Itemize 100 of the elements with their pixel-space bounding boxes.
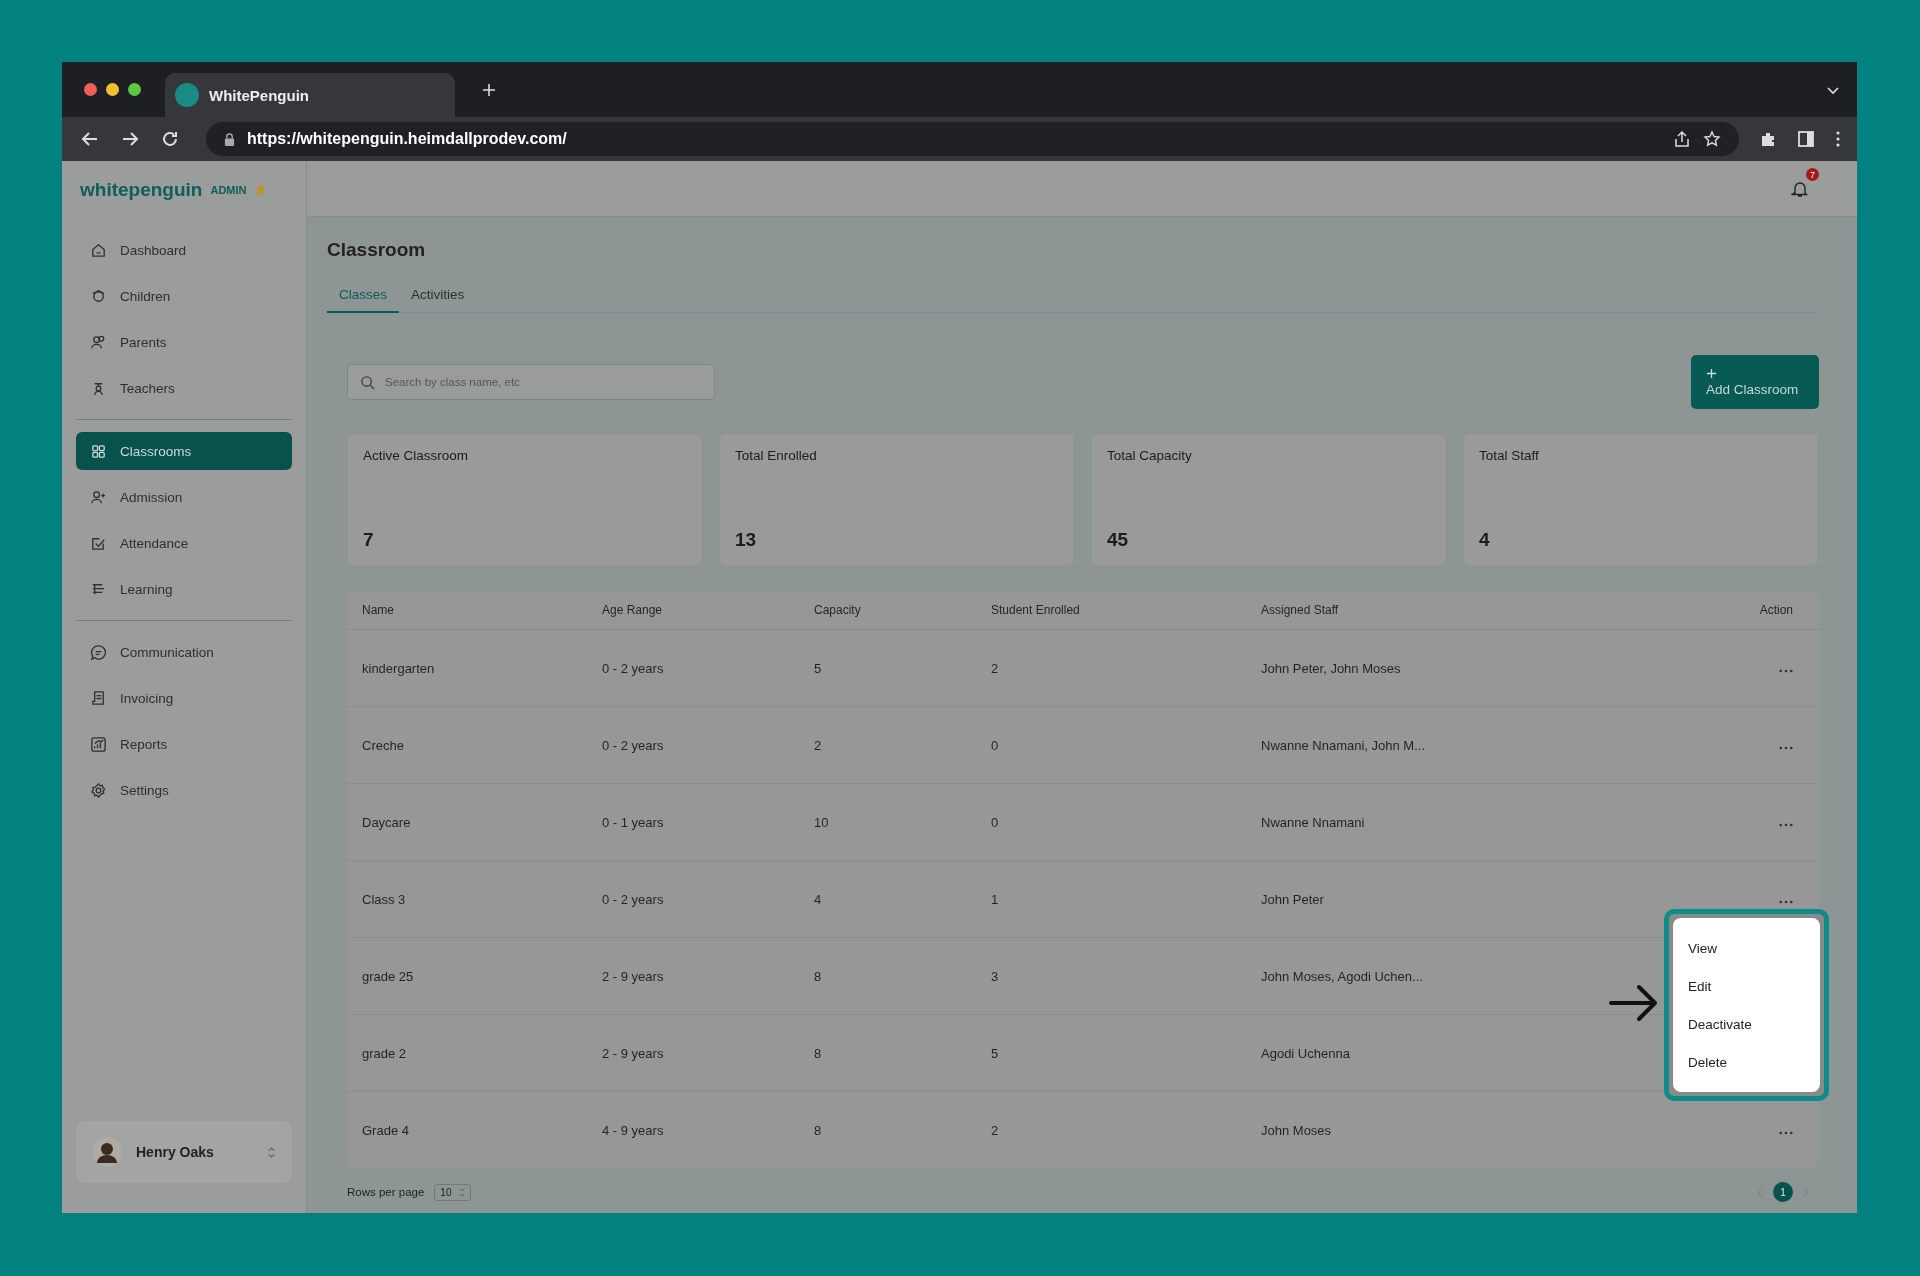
chat-icon xyxy=(90,643,107,661)
table-cell: 0 xyxy=(976,783,1246,861)
stat-value: 45 xyxy=(1107,529,1130,551)
favicon-icon xyxy=(175,83,199,107)
stat-value: 13 xyxy=(735,529,758,551)
page-title: Classroom xyxy=(327,239,427,261)
reload-icon[interactable] xyxy=(160,129,180,149)
grid-icon xyxy=(90,442,107,460)
column-header: Action xyxy=(1660,591,1819,630)
table-cell: John Peter, John Moses xyxy=(1246,629,1661,707)
page-button[interactable]: 1 xyxy=(1773,1182,1793,1202)
table-cell: 10 xyxy=(799,783,976,861)
nav-item[interactable]: Admission xyxy=(76,478,292,516)
menu-item[interactable]: Delete xyxy=(1673,1044,1820,1082)
user-card[interactable]: Henry Oaks xyxy=(76,1121,292,1183)
nav-item[interactable]: Settings xyxy=(76,771,292,809)
table-cell: 2 xyxy=(799,706,976,784)
table-cell: 1 xyxy=(976,860,1246,938)
stat-label: Total Capacity xyxy=(1107,448,1193,463)
column-header: Student Enrolled xyxy=(976,591,1246,630)
more-options-icon[interactable] xyxy=(1779,899,1793,904)
add-classroom-button[interactable]: Add Classroom xyxy=(1691,355,1819,409)
table-cell: Agodi Uchenna xyxy=(1246,1014,1661,1092)
table-cell: 3 xyxy=(976,937,1246,1015)
nav-item[interactable]: Dashboard xyxy=(76,231,292,269)
stat-label: Total Enrolled xyxy=(735,448,818,463)
table-cell: Grade 4 xyxy=(347,1091,587,1168)
nav-item[interactable]: Parents xyxy=(76,323,292,361)
nav-item[interactable]: Reports xyxy=(76,725,292,763)
table-cell: 8 xyxy=(799,1091,976,1168)
table-cell: Nwanne Nnamani xyxy=(1246,783,1661,861)
tab[interactable]: Activities xyxy=(399,287,477,313)
minimize-window-button[interactable] xyxy=(106,83,119,96)
table-cell: 0 - 1 years xyxy=(587,783,799,861)
table-cell: kindergarten xyxy=(347,629,587,707)
table-cell: 8 xyxy=(799,937,976,1015)
more-options-icon[interactable] xyxy=(1779,745,1793,750)
logo: whitepenguin xyxy=(80,179,203,201)
search-field[interactable]: Search by class name, etc xyxy=(347,364,715,400)
table-cell: Daycare xyxy=(347,783,587,861)
column-header: Name xyxy=(347,591,587,630)
nav-item[interactable]: Attendance xyxy=(76,524,292,562)
puzzle-icon[interactable] xyxy=(1759,130,1777,148)
address-bar[interactable]: https://whitepenguin.heimdallprodev.com/ xyxy=(206,122,1739,156)
stat-value: 4 xyxy=(1479,529,1491,551)
nav-item[interactable]: Classrooms xyxy=(76,432,292,470)
table-cell: 2 xyxy=(976,1091,1246,1168)
chevron-up-down-icon xyxy=(459,1187,466,1197)
table-cell: 4 - 9 years xyxy=(587,1091,799,1168)
user-name: Henry Oaks xyxy=(136,1144,215,1160)
table-cell: 8 xyxy=(799,1014,976,1092)
nav-item[interactable]: Teachers xyxy=(76,369,292,407)
browser-tab[interactable]: WhitePenguin xyxy=(165,73,455,117)
table-cell: 0 - 2 years xyxy=(587,629,799,707)
url-text: https://whitepenguin.heimdallprodev.com/ xyxy=(247,130,567,148)
table-cell: 0 - 2 years xyxy=(587,860,799,938)
table-cell: John Peter xyxy=(1246,860,1661,938)
menu-item[interactable]: View xyxy=(1673,930,1820,968)
tab-title: WhitePenguin xyxy=(209,86,309,104)
child-icon xyxy=(90,287,107,305)
maximize-window-button[interactable] xyxy=(128,83,141,96)
table-cell: John Moses, Agodi Uchen... xyxy=(1246,937,1661,1015)
table-cell: 2 - 9 years xyxy=(587,937,799,1015)
rows-per-page-select[interactable]: 10 xyxy=(434,1183,472,1201)
column-header: Age Range xyxy=(587,591,799,630)
close-window-button[interactable] xyxy=(84,83,97,96)
star-icon[interactable] xyxy=(1703,130,1721,148)
nav-item[interactable]: Invoicing xyxy=(76,679,292,717)
user-plus-icon xyxy=(90,488,107,506)
tab[interactable]: Classes xyxy=(327,287,399,313)
side-panel-icon[interactable] xyxy=(1797,130,1815,148)
table-cell: 5 xyxy=(976,1014,1246,1092)
table-cell: Creche xyxy=(347,706,587,784)
table-cell: Nwanne Nnamani, John M... xyxy=(1246,706,1661,784)
table-cell: John Moses xyxy=(1246,1091,1661,1168)
avatar-icon xyxy=(92,1137,122,1167)
settings-icon xyxy=(90,781,107,799)
table-cell: 2 xyxy=(976,629,1246,707)
invoice-icon xyxy=(90,689,107,707)
table-cell: 0 - 2 years xyxy=(587,706,799,784)
table-cell: grade 25 xyxy=(347,937,587,1015)
menu-item[interactable]: Edit xyxy=(1673,968,1820,1006)
role-label: ADMIN xyxy=(210,184,247,196)
table-cell: 2 - 9 years xyxy=(587,1014,799,1092)
nav-item[interactable]: Children xyxy=(76,277,292,315)
share-icon[interactable] xyxy=(1673,130,1691,148)
nav-item[interactable]: Learning xyxy=(76,570,292,608)
more-vertical-icon[interactable] xyxy=(1835,130,1841,148)
home-icon xyxy=(90,241,107,259)
notification-bell-icon[interactable] xyxy=(1791,179,1809,198)
new-tab-icon[interactable] xyxy=(481,81,497,98)
table-cell: 4 xyxy=(799,860,976,938)
table-cell: 5 xyxy=(799,629,976,707)
table-cell: 0 xyxy=(976,706,1246,784)
more-options-icon[interactable] xyxy=(1779,668,1793,673)
more-options-icon[interactable] xyxy=(1779,1130,1793,1135)
menu-item[interactable]: Deactivate xyxy=(1673,1006,1820,1044)
nav-item[interactable]: Communication xyxy=(76,633,292,671)
table-cell: Class 3 xyxy=(347,860,587,938)
more-options-icon[interactable] xyxy=(1779,822,1793,827)
